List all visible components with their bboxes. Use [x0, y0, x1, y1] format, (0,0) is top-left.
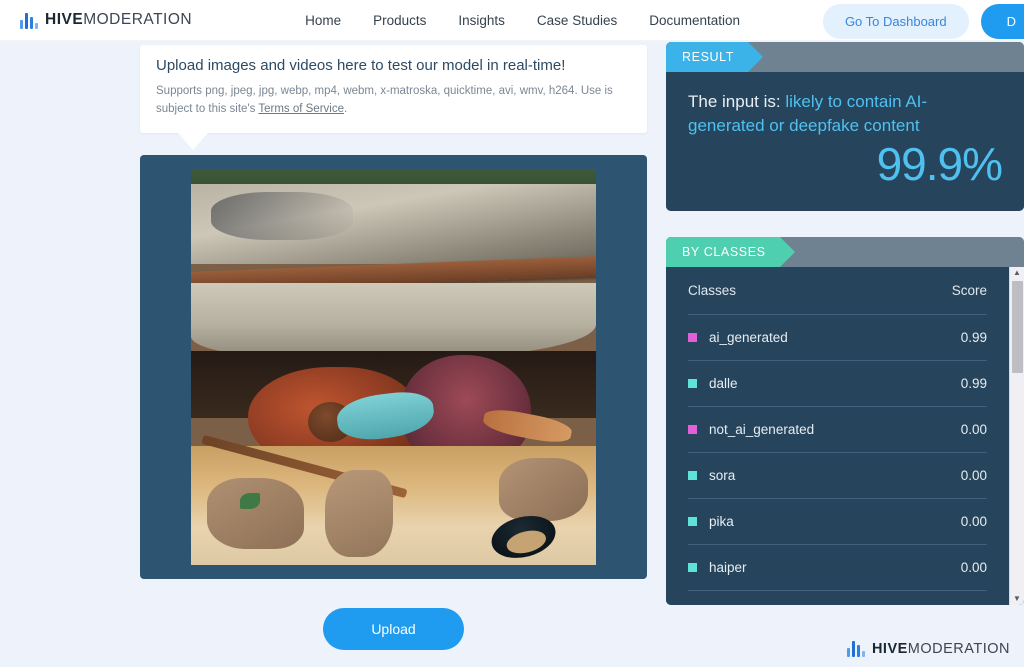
result-panel: RESULT The input is: likely to contain A…: [666, 42, 1024, 211]
class-label-group: ai_generated: [688, 330, 788, 345]
result-confidence-percentage: 99.9%: [876, 138, 1003, 191]
class-color-swatch: [688, 470, 697, 480]
nav-item-documentation[interactable]: Documentation: [649, 13, 740, 28]
table-row: not_ai_generated 0.00: [688, 407, 987, 453]
speech-bubble-tail: [178, 132, 208, 150]
hive-bars-icon: [20, 12, 38, 29]
upload-instructions-card: Upload images and videos here to test ou…: [140, 45, 647, 150]
scroll-up-icon[interactable]: ▲: [1013, 268, 1021, 277]
tab-result[interactable]: RESULT: [666, 42, 763, 72]
result-prefix-text: The input is:: [688, 92, 786, 111]
class-name: sora: [709, 467, 736, 483]
scroll-down-icon[interactable]: ▼: [1013, 594, 1021, 603]
upload-title: Upload images and videos here to test ou…: [156, 57, 566, 74]
classes-table: Classes Score ai_generated 0.99 dalle 0.99 n…: [666, 267, 1009, 605]
hive-bars-icon: [846, 640, 865, 657]
site-header: HIVEMODERATION Home Products Insights Ca…: [0, 0, 1024, 41]
nav-item-home[interactable]: Home: [305, 13, 341, 28]
class-label-group: pika: [688, 514, 734, 529]
classes-scrollbar[interactable]: ▲ ▼: [1009, 266, 1024, 605]
brand-moderation-text: MODERATION: [83, 11, 193, 28]
upload-supported-formats: Supports png, jpeg, jpg, webp, mp4, webm…: [156, 83, 631, 119]
scrollbar-track[interactable]: [1010, 277, 1024, 595]
class-color-swatch: [688, 562, 697, 572]
table-row: haiper 0.00: [688, 545, 987, 591]
footer-brand-moderation-text: MODERATION: [907, 640, 1010, 657]
class-label-group: haiper: [688, 560, 747, 575]
result-panel-body: The input is: likely to contain AI-gener…: [666, 72, 1024, 211]
by-classes-panel: BY CLASSES Classes Score ai_generated 0.9…: [666, 236, 1024, 605]
class-score: 0.00: [960, 421, 987, 437]
class-name: ai_generated: [709, 329, 788, 345]
upload-column: Upload images and videos here to test ou…: [140, 45, 647, 650]
class-name: dalle: [709, 375, 738, 391]
main-navigation: Home Products Insights Case Studies Docu…: [305, 13, 740, 28]
tab-by-classes[interactable]: BY CLASSES: [666, 236, 795, 267]
result-verdict-line: The input is: likely to contain AI-gener…: [688, 90, 1002, 138]
class-score: 0.00: [960, 467, 987, 483]
class-color-swatch: [688, 332, 697, 342]
brand-name: HIVEMODERATION: [45, 11, 192, 29]
header-primary-button[interactable]: D: [980, 4, 1024, 39]
class-name: haiper: [709, 559, 747, 575]
class-color-swatch: [688, 516, 697, 526]
upload-button[interactable]: Upload: [323, 607, 464, 650]
class-score: 0.00: [960, 513, 987, 529]
class-color-swatch: [688, 378, 697, 388]
classes-panel-bar: BY CLASSES: [666, 236, 1024, 267]
table-row: ai_generated 0.99: [688, 315, 987, 361]
footer-brand-hive-text: HIVE: [871, 640, 908, 657]
result-panel-bar: RESULT: [666, 42, 1024, 72]
class-score: 0.99: [960, 375, 987, 391]
nav-item-products[interactable]: Products: [373, 13, 426, 28]
brand-logo[interactable]: HIVEMODERATION: [20, 11, 192, 29]
supports-suffix-text: .: [343, 102, 348, 115]
classes-table-header: Classes Score: [688, 267, 987, 315]
class-score: 0.00: [960, 559, 987, 575]
column-header-classes: Classes: [688, 282, 737, 298]
nav-item-case-studies[interactable]: Case Studies: [537, 13, 617, 28]
image-preview-frame: [140, 154, 647, 579]
upload-action-row: Upload: [140, 607, 647, 650]
header-actions: Go To Dashboard D: [822, 4, 1024, 39]
class-name: not_ai_generated: [709, 421, 815, 437]
footer-brand-name: HIVEMODERATION: [872, 641, 1010, 657]
class-label-group: not_ai_generated: [688, 422, 814, 437]
app-page: HIVEMODERATION Home Products Insights Ca…: [0, 0, 1024, 667]
go-to-dashboard-button[interactable]: Go To Dashboard: [822, 4, 969, 39]
class-label-group: sora: [688, 468, 735, 483]
class-color-swatch: [688, 424, 697, 434]
classes-rows: ai_generated 0.99 dalle 0.99 not_ai_generate…: [688, 315, 987, 591]
table-row: dalle 0.99: [688, 361, 987, 407]
footer-brand: HIVEMODERATION: [846, 640, 1010, 657]
column-header-score: Score: [951, 282, 987, 298]
class-name: pika: [709, 513, 734, 529]
scrollbar-thumb[interactable]: [1012, 280, 1023, 373]
brand-hive-text: HIVE: [45, 11, 84, 28]
supports-prefix-text: Supports png, jpeg, jpg, webp, mp4, webm…: [156, 85, 613, 115]
terms-of-service-link[interactable]: Terms of Service: [258, 103, 344, 115]
class-label-group: dalle: [688, 376, 738, 391]
table-row: pika 0.00: [688, 499, 987, 545]
table-row: sora 0.00: [688, 453, 987, 499]
classes-panel-body: Classes Score ai_generated 0.99 dalle 0.99 n…: [666, 266, 1024, 605]
uploaded-image[interactable]: [191, 168, 596, 565]
nav-item-insights[interactable]: Insights: [458, 13, 505, 28]
class-score: 0.99: [960, 329, 987, 345]
results-column: RESULT The input is: likely to contain A…: [666, 42, 1024, 605]
